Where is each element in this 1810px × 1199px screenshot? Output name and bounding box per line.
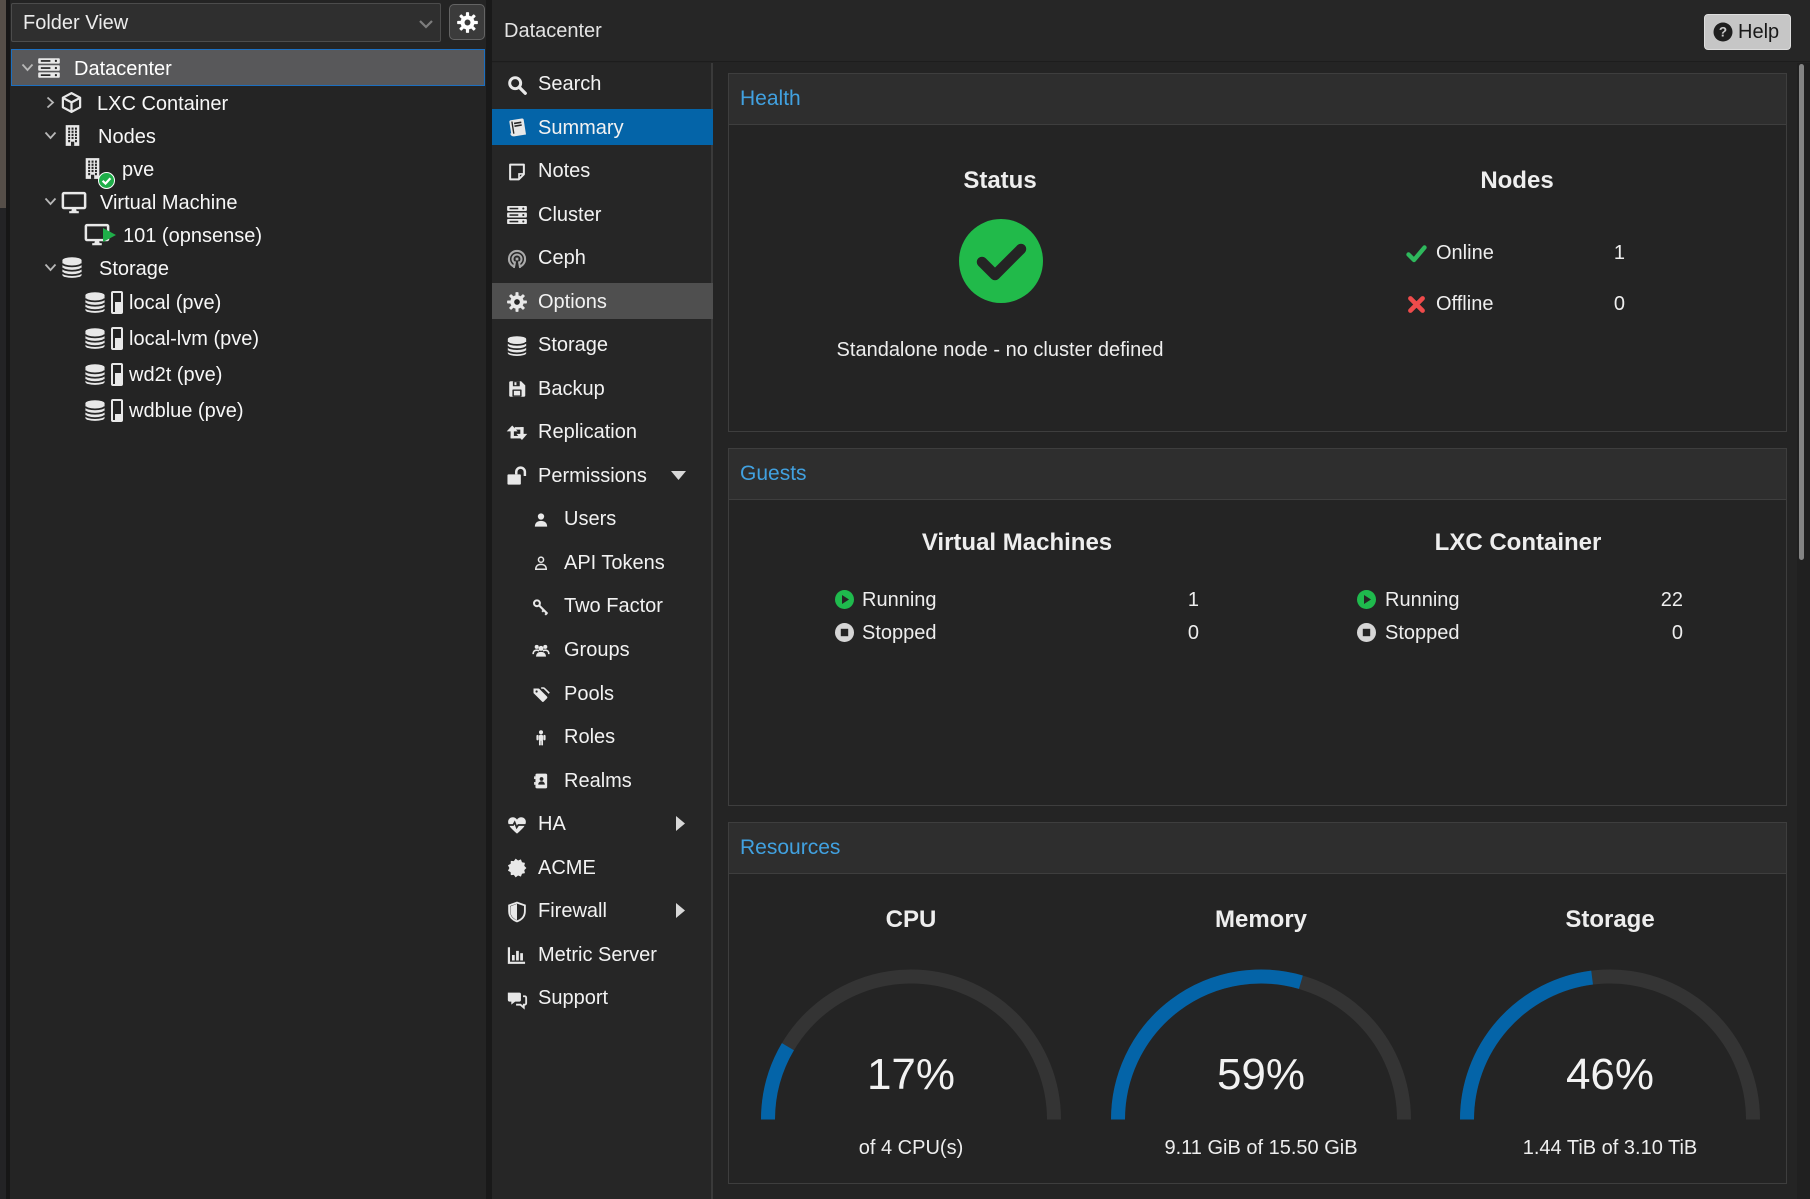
svg-text:?: ?: [1719, 25, 1727, 40]
